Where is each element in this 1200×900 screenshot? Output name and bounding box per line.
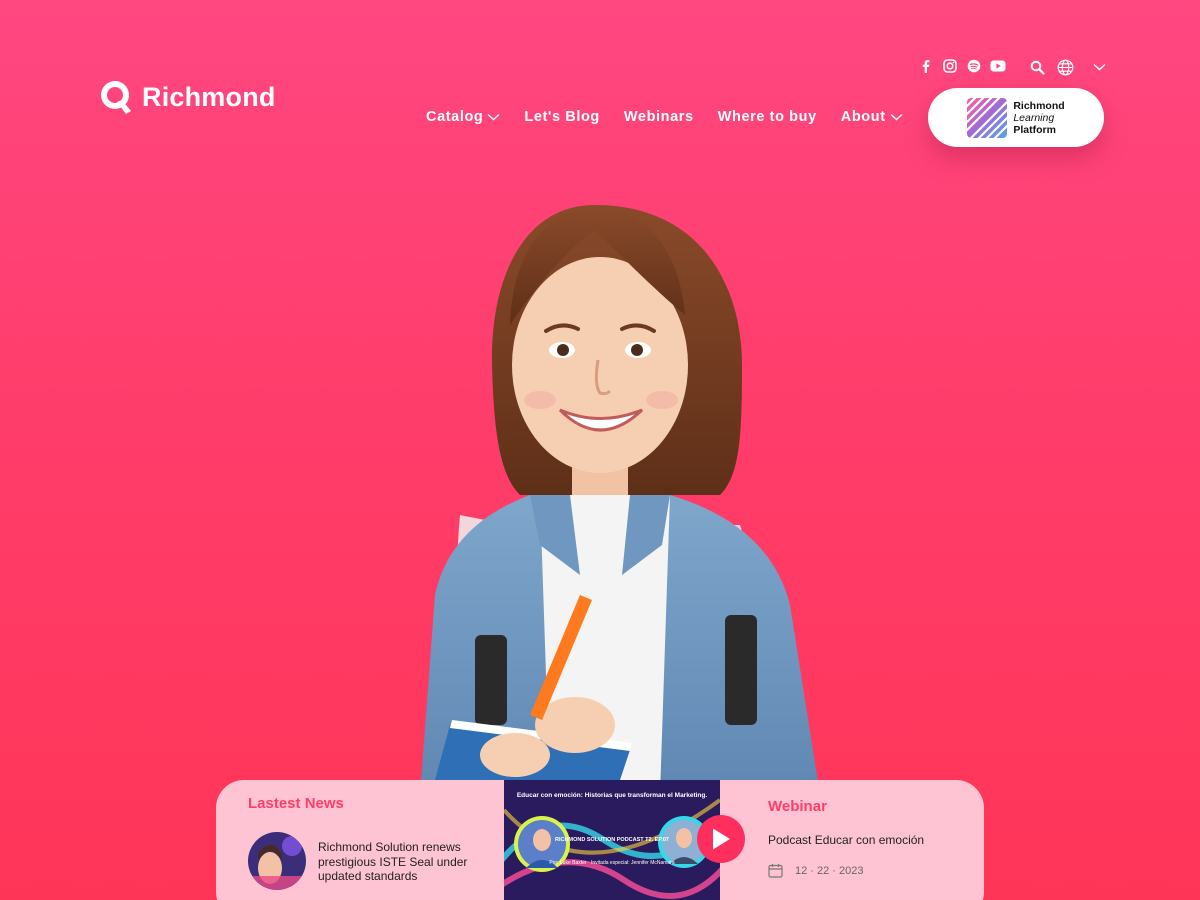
- video-title: Educar con emoción: Historias que transf…: [516, 792, 708, 799]
- chevron-down-icon: [890, 113, 903, 121]
- info-card: Lastest News Richmond Solution renews pr…: [216, 780, 984, 900]
- chevron-down-icon[interactable]: [1090, 58, 1108, 76]
- video-subtitle: RICHMOND SOLUTION PODCAST T2. EP.07: [555, 837, 669, 843]
- nav-blog-label: Let's Blog: [524, 109, 600, 125]
- learning-platform-line3: Platform: [1013, 123, 1056, 136]
- social-links: [918, 58, 1006, 74]
- learning-platform-line2: Learning: [1013, 111, 1055, 124]
- webinar-panel: Webinar Podcast Educar con emoción 12 · …: [768, 798, 968, 878]
- learning-platform-label: Richmond Learning Platform: [1013, 100, 1064, 136]
- webinar-description[interactable]: Podcast Educar con emoción: [768, 833, 968, 847]
- utility-bar: [1028, 58, 1108, 76]
- webinar-date-text: 12 · 22 · 2023: [795, 864, 864, 877]
- latest-news-title: Lastest News: [248, 795, 344, 812]
- main-nav: Catalog Let's Blog Webinars Where to buy…: [426, 109, 903, 125]
- video-guests: Por: Luke Baxter · Invitada especial: Je…: [549, 860, 675, 866]
- chevron-down-icon: [487, 113, 500, 121]
- nav-blog[interactable]: Let's Blog: [524, 109, 600, 125]
- learning-platform-icon: [967, 97, 1008, 138]
- search-icon[interactable]: [1028, 58, 1046, 76]
- nav-about-label: About: [840, 109, 886, 125]
- youtube-icon[interactable]: [990, 58, 1006, 74]
- nav-catalog[interactable]: Catalog: [426, 109, 500, 125]
- learning-platform-button[interactable]: Richmond Learning Platform: [928, 88, 1104, 147]
- webinar-date: 12 · 22 · 2023: [768, 863, 968, 878]
- webinar-title: Webinar: [768, 798, 827, 815]
- globe-icon[interactable]: [1056, 58, 1074, 76]
- nav-where-to-buy-label: Where to buy: [717, 109, 817, 125]
- richmond-logo-icon: [101, 81, 131, 114]
- nav-webinars[interactable]: Webinars: [624, 109, 694, 125]
- learning-platform-line1: Richmond: [1013, 99, 1065, 112]
- nav-webinars-label: Webinars: [623, 109, 694, 125]
- instagram-icon[interactable]: [942, 58, 958, 74]
- hero-student-image: [420, 205, 820, 795]
- play-button[interactable]: [697, 815, 745, 863]
- news-thumbnail: [248, 832, 306, 890]
- brand-logo[interactable]: Richmond: [98, 78, 276, 116]
- spotify-icon[interactable]: [966, 58, 982, 74]
- news-item-text: Richmond Solution renews prestigious IST…: [318, 840, 468, 883]
- nav-about[interactable]: About: [841, 109, 903, 125]
- news-item[interactable]: Richmond Solution renews prestigious IST…: [248, 832, 503, 890]
- brand-name: Richmond: [142, 81, 276, 112]
- webinar-video-thumbnail[interactable]: Educar con emoción: Historias que transf…: [504, 780, 720, 900]
- calendar-icon: [768, 864, 783, 878]
- play-icon: [713, 828, 730, 850]
- nav-catalog-label: Catalog: [426, 109, 484, 125]
- facebook-icon[interactable]: [918, 58, 934, 74]
- latest-news: Lastest News Richmond Solution renews pr…: [248, 795, 503, 890]
- nav-where-to-buy[interactable]: Where to buy: [718, 109, 817, 125]
